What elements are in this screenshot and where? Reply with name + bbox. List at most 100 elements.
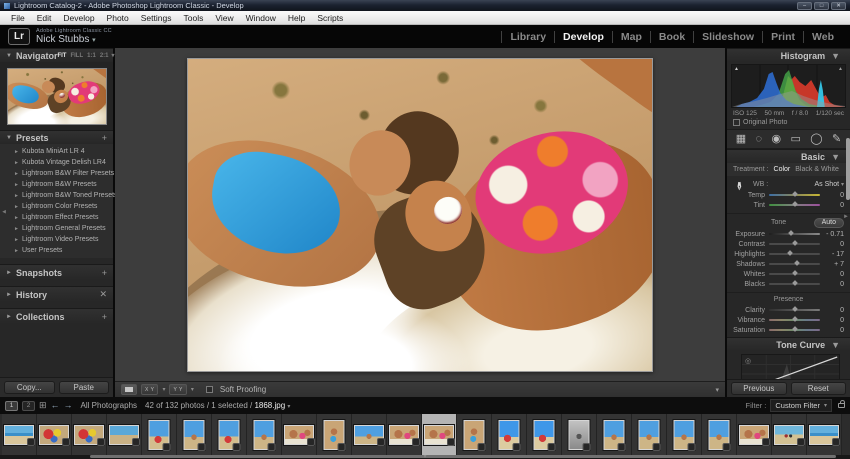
slider-thumb[interactable] [793, 260, 800, 266]
treatment-color[interactable]: Color [774, 166, 791, 173]
preset-item[interactable]: ► Lightroom B&W Presets [0, 179, 113, 190]
preset-item[interactable]: ► Lightroom Color Presets [0, 201, 113, 212]
filmstrip-cell[interactable] [212, 414, 247, 455]
filmstrip-thumbnail[interactable] [498, 419, 521, 451]
filmstrip-cell[interactable] [107, 414, 142, 455]
slider-thumb[interactable] [787, 250, 794, 256]
reset-button[interactable]: Reset [790, 382, 846, 395]
preset-item[interactable]: ► Lightroom Effect Presets [0, 212, 113, 223]
filmstrip-cell[interactable] [492, 414, 527, 455]
filmstrip-cell[interactable] [772, 414, 807, 455]
slider-track[interactable] [769, 230, 820, 236]
disclosure-icon[interactable]: ► [14, 248, 19, 254]
chevron-down-icon[interactable]: ▾ [191, 386, 194, 393]
filter-dropdown[interactable]: Custom Filter ▾ [770, 399, 832, 412]
filmstrip-thumbnail[interactable] [638, 419, 661, 451]
slider-track[interactable] [769, 280, 820, 286]
module-tab[interactable]: Library [501, 30, 554, 43]
disclosure-icon[interactable]: ► [14, 149, 19, 155]
filmstrip-thumbnail[interactable] [774, 424, 805, 446]
menu-item[interactable]: Develop [57, 13, 100, 23]
disclosure-icon[interactable]: ► [14, 193, 19, 199]
auto-button[interactable]: Auto [813, 217, 844, 228]
highlight-clipping-icon[interactable]: ▲ [838, 66, 843, 72]
filmstrip-cell[interactable] [2, 414, 37, 455]
preset-item[interactable]: ► Kubota Vintage Delish LR4 [0, 157, 113, 168]
filmstrip-thumbnail[interactable] [323, 419, 346, 451]
second-window-button[interactable]: 2 [22, 400, 35, 411]
panel-section-header[interactable]: ► Collections + [0, 308, 113, 324]
basic-header[interactable]: Basic ▼ [727, 149, 850, 163]
source-label[interactable]: All Photographs [81, 401, 137, 410]
wb-eyedropper-icon[interactable]: ✒ [732, 181, 746, 191]
filmstrip-thumbnail[interactable] [708, 419, 731, 451]
disclosure-icon[interactable]: ► [6, 292, 12, 298]
menu-item[interactable]: Help [282, 13, 311, 23]
filmstrip-cell[interactable] [632, 414, 667, 455]
filmstrip-cell[interactable] [142, 414, 177, 455]
tool-icon[interactable]: ◌ [756, 133, 763, 145]
paste-button[interactable]: Paste [58, 381, 109, 394]
zoom-option[interactable]: 1:1 [87, 53, 96, 59]
menu-item[interactable]: View [209, 13, 239, 23]
left-panel-collapse-icon[interactable]: ► [1, 208, 7, 214]
grid-view-icon[interactable]: ⊞ [39, 400, 47, 411]
preset-item[interactable]: ► Kubota MiniArt LR 4 [0, 146, 113, 157]
collapse-icon[interactable]: ▼ [831, 340, 840, 350]
filmstrip-cell[interactable] [177, 414, 212, 455]
identity-plate[interactable]: Adobe Lightroom Classic CC Nick Stubbs ▾ [36, 28, 112, 45]
filmstrip-cell[interactable] [422, 414, 457, 455]
main-window-button[interactable]: 1 [5, 400, 18, 411]
filmstrip-thumbnail[interactable] [39, 424, 70, 446]
preset-item[interactable]: ► Lightroom B&W Toned Presets [0, 190, 118, 201]
filter-lock-icon[interactable] [838, 400, 845, 408]
filmstrip-cell[interactable] [597, 414, 632, 455]
tool-icon[interactable]: ▦ [736, 133, 746, 145]
wb-value[interactable]: As Shot ▾ [815, 181, 844, 188]
slider-track[interactable] [769, 260, 820, 266]
chevron-down-icon[interactable]: ▾ [162, 386, 165, 393]
filmstrip-thumbnail[interactable] [183, 419, 206, 451]
filmstrip-cell[interactable] [37, 414, 72, 455]
navigator-preview[interactable] [0, 62, 113, 130]
histogram-header[interactable]: Histogram ▼ [727, 48, 850, 62]
collapse-icon[interactable]: ▼ [6, 135, 12, 141]
preset-item[interactable]: ► User Presets [0, 245, 113, 256]
tool-icon[interactable]: ◯ [810, 133, 822, 145]
chevron-down-icon[interactable]: ▾ [92, 37, 96, 44]
slider-thumb[interactable] [791, 316, 798, 322]
targeted-adjustment-icon[interactable]: ◎ [745, 357, 751, 365]
filmstrip-thumbnail[interactable] [253, 419, 276, 451]
menu-item[interactable]: Photo [101, 13, 135, 23]
copy-button[interactable]: Copy... [4, 381, 55, 394]
original-photo-checkbox[interactable] [733, 119, 740, 126]
filmstrip-thumbnail[interactable] [463, 419, 486, 451]
disclosure-icon[interactable]: ► [6, 314, 12, 320]
filmstrip-cell[interactable] [317, 414, 352, 455]
module-tab[interactable]: Develop [554, 30, 612, 43]
histogram[interactable]: ▲ ▲ [731, 64, 846, 108]
module-tab[interactable]: Book [649, 30, 693, 43]
slider-track[interactable] [769, 326, 820, 332]
filmstrip-thumbnail[interactable] [424, 424, 455, 446]
filmstrip-thumbnail[interactable] [218, 419, 241, 451]
slider-track[interactable] [769, 270, 820, 276]
filmstrip-thumbnail[interactable] [568, 419, 591, 451]
filmstrip-thumbnail[interactable] [74, 424, 105, 446]
add-preset-icon[interactable]: + [102, 133, 107, 143]
preset-item[interactable]: ► Lightroom B&W Filter Presets [0, 168, 114, 179]
filmstrip-cell[interactable] [247, 414, 282, 455]
disclosure-icon[interactable]: ► [14, 160, 19, 166]
maximize-button[interactable]: □ [814, 1, 829, 10]
preset-item[interactable]: ► Lightroom General Presets [0, 223, 113, 234]
filmstrip-thumbnail[interactable] [109, 424, 140, 446]
slider-thumb[interactable] [791, 306, 798, 312]
zoom-option[interactable]: 2:1 [100, 53, 109, 59]
filmstrip-thumbnail[interactable] [389, 424, 420, 446]
module-tab[interactable]: Map [611, 30, 650, 43]
before-after-view-icon[interactable]: Y Y [169, 384, 187, 395]
main-photo[interactable] [187, 57, 653, 372]
module-tab[interactable]: Slideshow [693, 30, 762, 43]
shadow-clipping-icon[interactable]: ▲ [734, 66, 739, 72]
toolbar-options-icon[interactable]: ▾ [715, 386, 719, 394]
